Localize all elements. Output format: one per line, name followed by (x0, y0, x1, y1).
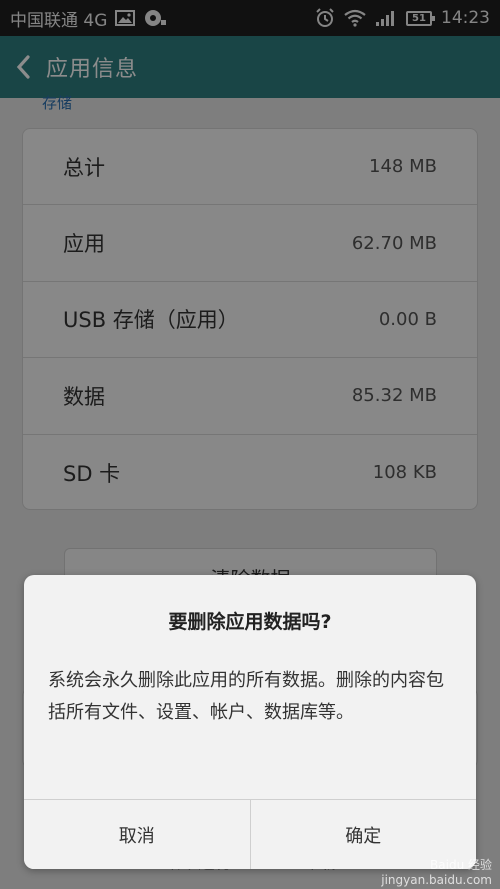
watermark-url: jingyan.baidu.com (381, 873, 492, 887)
watermark-brand: Baidu 经验 (430, 858, 492, 872)
cancel-button[interactable]: 取消 (24, 800, 250, 869)
dialog-title: 要删除应用数据吗? (168, 610, 332, 633)
delete-data-dialog: 要删除应用数据吗? 系统会永久删除此应用的所有数据。删除的内容包括所有文件、设置… (24, 575, 476, 869)
baidu-watermark: Baidu 经验 jingyan.baidu.com (381, 856, 492, 887)
dialog-message: 系统会永久删除此应用的所有数据。删除的内容包括所有文件、设置、帐户、数据库等。 (48, 670, 444, 723)
